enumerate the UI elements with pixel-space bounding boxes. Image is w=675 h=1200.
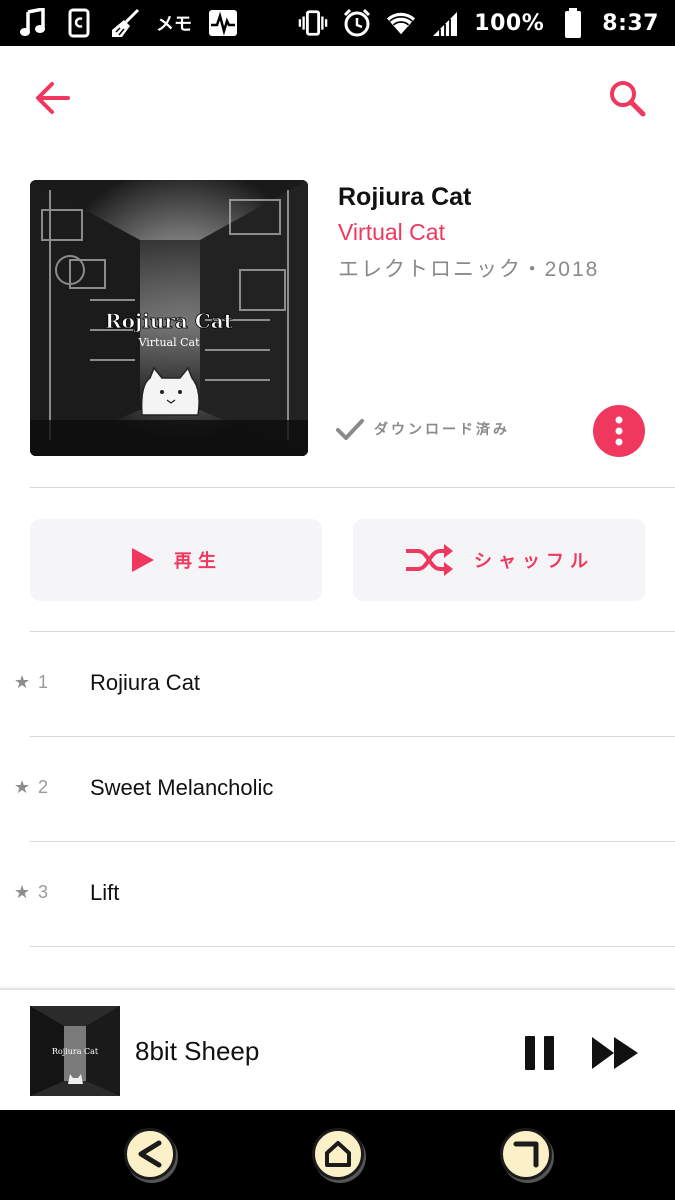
track-title: Lift [90, 880, 120, 905]
app-bar [0, 46, 675, 150]
art-subtitle: Virtual Cat [138, 336, 201, 349]
arrow-left-icon [36, 82, 70, 114]
pause-icon [525, 1036, 554, 1070]
divider [30, 946, 675, 947]
album-genre-year: エレクトロニック・2018 [338, 258, 600, 281]
star-icon: ★ [14, 672, 31, 693]
shuffle-label: シャッフル [474, 551, 594, 572]
music-note-icon [18, 8, 48, 38]
track-title: Rojiura Cat [90, 670, 201, 695]
pulse-icon [208, 8, 238, 38]
signal-icon [430, 8, 460, 38]
alarm-icon [342, 8, 372, 38]
mini-art-title: Rojiura Cat [52, 1047, 99, 1056]
album-artist-link[interactable]: Virtual Cat [338, 219, 445, 246]
track-row[interactable]: ★ 1 Rojiura Cat [0, 632, 675, 736]
navigation-bar [0, 1110, 675, 1200]
track-number: 3 [38, 882, 49, 902]
fast-forward-icon [592, 1037, 638, 1069]
more-vertical-icon [615, 416, 623, 446]
more-options-button[interactable] [593, 405, 645, 457]
clock: 8:37 [602, 10, 659, 36]
nav-back-button[interactable] [124, 1128, 176, 1180]
wifi-icon [386, 8, 416, 38]
mini-player-artwork: Rojiura Cat [30, 1006, 120, 1096]
nav-home-button[interactable] [312, 1128, 364, 1180]
track-title: Sweet Melancholic [90, 775, 274, 800]
track-number: 1 [38, 672, 49, 692]
skip-forward-button[interactable] [590, 1034, 642, 1072]
play-button[interactable]: 再生 [30, 519, 322, 601]
battery-percent: 100% [474, 10, 545, 36]
shuffle-button[interactable]: シャッフル [353, 519, 645, 601]
now-playing-title: 8bit Sheep [135, 1036, 260, 1066]
broom-icon [110, 8, 140, 38]
vibrate-icon [298, 8, 328, 38]
star-icon: ★ [14, 777, 31, 798]
search-button[interactable] [607, 78, 649, 120]
recents-icon [513, 1141, 539, 1168]
art-title: Rojiura Cat [105, 309, 234, 333]
back-button[interactable] [30, 78, 76, 118]
status-bar: メモ 100% 8:37 [0, 0, 675, 46]
shuffle-icon [406, 544, 453, 576]
checkmark-icon [336, 419, 364, 440]
track-row[interactable]: ★ 2 Sweet Melancholic [0, 737, 675, 841]
downloaded-status: ダウンロード済み [336, 418, 510, 440]
home-icon [325, 1141, 351, 1167]
play-label: 再生 [174, 551, 222, 572]
back-triangle-icon [138, 1140, 162, 1168]
album-title: Rojiura Cat [338, 183, 472, 211]
star-icon: ★ [14, 882, 31, 903]
play-icon [132, 548, 154, 572]
album-artwork[interactable]: Rojiura Cat Virtual Cat [30, 180, 308, 456]
pause-button[interactable] [522, 1034, 558, 1072]
nav-recents-button[interactable] [500, 1128, 552, 1180]
search-icon [610, 81, 646, 117]
phone-clipboard-icon [64, 8, 94, 38]
track-row[interactable]: ★ 3 Lift [0, 842, 675, 946]
mini-player[interactable]: Rojiura Cat 8bit Sheep [0, 988, 675, 1110]
downloaded-label: ダウンロード済み [374, 422, 510, 438]
track-number: 2 [38, 777, 49, 797]
divider [30, 487, 675, 488]
battery-icon [558, 8, 588, 38]
memo-text-icon: メモ [156, 14, 192, 35]
